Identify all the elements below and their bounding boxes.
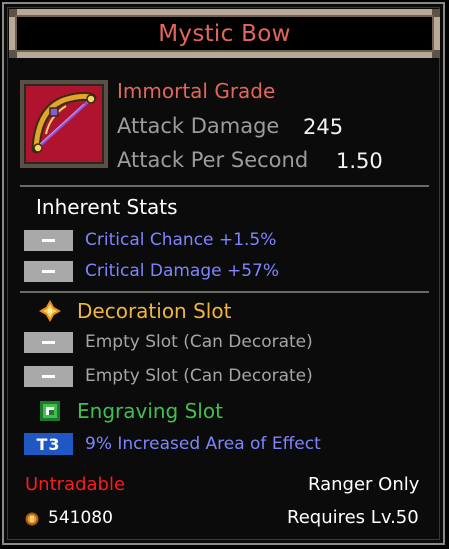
stat-value-attack-damage: 245 [303,115,344,139]
inherent-stat-critical-damage: Critical Damage +57% [85,261,280,281]
title-banner: Mystic Bow [9,9,440,58]
inherent-stat-critical-chance: Critical Chance +1.5% [85,230,277,250]
tier-badge-label: T3 [36,434,61,454]
title-inner: Mystic Bow [15,15,434,52]
coin-icon [25,512,39,526]
item-grade: Immortal Grade [117,79,276,103]
decoration-slot-1: Empty Slot (Can Decorate) [85,332,313,352]
item-icon-frame [20,80,108,168]
sell-price: 541080 [48,508,113,528]
green-rune-icon [40,401,60,421]
bow-icon [24,84,104,164]
tier-badge: T3 [24,433,73,455]
slot-bullet-icon [24,332,73,353]
stat-label-attack-damage: Attack Damage [117,114,280,138]
diamond-gem-icon [39,300,61,322]
engraving-effect: 9% Increased Area of Effect [85,434,321,454]
stat-bullet-icon [24,230,73,251]
level-requirement: Requires Lv.50 [287,507,419,528]
section-divider [20,185,429,187]
slot-bullet-icon [24,366,73,387]
untradable-label: Untradable [25,474,126,495]
stat-label-attack-per-second: Attack Per Second [117,148,309,172]
item-name: Mystic Bow [158,20,291,47]
decoration-slot-heading: Decoration Slot [77,299,232,323]
section-divider [20,291,429,293]
stat-value-attack-per-second: 1.50 [336,149,383,173]
inherent-stats-heading: Inherent Stats [36,195,178,219]
engraving-slot-heading: Engraving Slot [77,399,223,423]
stat-bullet-icon [24,261,73,282]
class-restriction: Ranger Only [308,474,420,495]
decoration-slot-2: Empty Slot (Can Decorate) [85,366,313,386]
